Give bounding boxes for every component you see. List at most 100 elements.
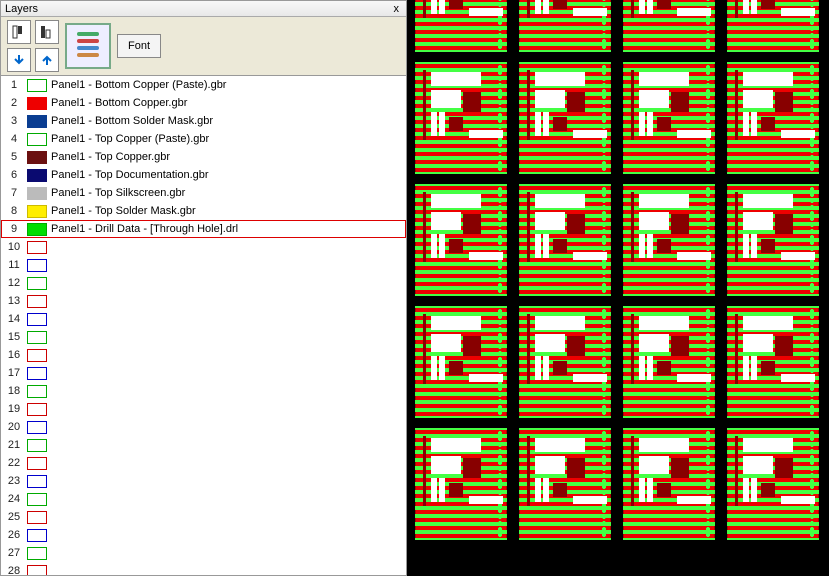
layer-swatch[interactable]	[27, 475, 47, 488]
layer-row[interactable]: 27	[1, 544, 406, 562]
layer-number: 9	[1, 223, 27, 235]
layer-swatch[interactable]	[27, 529, 47, 542]
pcb-board	[415, 0, 507, 52]
pcb-board	[415, 184, 507, 296]
layer-list[interactable]: 1Panel1 - Bottom Copper (Paste).gbr2Pane…	[1, 76, 406, 575]
layer-row[interactable]: 12	[1, 274, 406, 292]
align-top-icon[interactable]	[7, 20, 31, 44]
layer-swatch[interactable]	[27, 421, 47, 434]
layer-swatch[interactable]	[27, 169, 47, 182]
layer-swatch[interactable]	[27, 133, 47, 146]
layer-number: 18	[1, 385, 27, 397]
layer-label: Panel1 - Bottom Copper (Paste).gbr	[49, 79, 406, 91]
layer-row[interactable]: 13	[1, 292, 406, 310]
toolbar: Font	[1, 17, 406, 75]
layer-row[interactable]: 24	[1, 490, 406, 508]
layer-number: 23	[1, 475, 27, 487]
layer-row[interactable]: 16	[1, 346, 406, 364]
layer-number: 1	[1, 79, 27, 91]
panel-title: Layers	[5, 3, 38, 15]
pcb-board	[519, 306, 611, 418]
layer-swatch[interactable]	[27, 295, 47, 308]
layer-row[interactable]: 11	[1, 256, 406, 274]
layer-number: 3	[1, 115, 27, 127]
app-root: Layers x	[0, 0, 829, 576]
layer-row[interactable]: 17	[1, 364, 406, 382]
layer-swatch[interactable]	[27, 97, 47, 110]
layer-swatch[interactable]	[27, 349, 47, 362]
layer-number: 7	[1, 187, 27, 199]
close-icon[interactable]: x	[391, 3, 403, 15]
layer-swatch[interactable]	[27, 403, 47, 416]
layer-number: 27	[1, 547, 27, 559]
move-up-icon[interactable]	[35, 48, 59, 72]
layer-row[interactable]: 15	[1, 328, 406, 346]
layer-row[interactable]: 19	[1, 400, 406, 418]
layer-row[interactable]: 10	[1, 238, 406, 256]
layer-stack-icon[interactable]	[65, 23, 111, 69]
layer-swatch[interactable]	[27, 439, 47, 452]
pcb-board	[415, 428, 507, 540]
layer-swatch[interactable]	[27, 511, 47, 524]
layer-number: 11	[1, 259, 27, 271]
layer-swatch[interactable]	[27, 79, 47, 92]
font-button[interactable]: Font	[117, 34, 161, 58]
layer-number: 2	[1, 97, 27, 109]
layer-row[interactable]: 4Panel1 - Top Copper (Paste).gbr	[1, 130, 406, 148]
layer-swatch[interactable]	[27, 493, 47, 506]
layer-row[interactable]: 7 Panel1 - Top Silkscreen.gbr	[1, 184, 406, 202]
layer-swatch[interactable]	[27, 187, 47, 200]
layer-row[interactable]: 2Panel1 - Bottom Copper.gbr	[1, 94, 406, 112]
layer-swatch[interactable]	[27, 385, 47, 398]
layer-row[interactable]: 14	[1, 310, 406, 328]
layer-number: 25	[1, 511, 27, 523]
layer-label: Panel1 - Top Solder Mask.gbr	[49, 205, 406, 217]
layer-number: 21	[1, 439, 27, 451]
layer-row[interactable]: 22	[1, 454, 406, 472]
pcb-board	[519, 428, 611, 540]
layer-row[interactable]: 18	[1, 382, 406, 400]
layer-row[interactable]: 5Panel1 - Top Copper.gbr	[1, 148, 406, 166]
layer-label: Panel1 - Top Copper (Paste).gbr	[49, 133, 406, 145]
panel-titlebar: Layers x	[1, 1, 406, 17]
layer-number: 5	[1, 151, 27, 163]
layer-number: 17	[1, 367, 27, 379]
layer-swatch[interactable]	[27, 367, 47, 380]
layer-swatch[interactable]	[27, 259, 47, 272]
layer-swatch[interactable]	[27, 151, 47, 164]
layer-number: 20	[1, 421, 27, 433]
layer-list-wrap: 1Panel1 - Bottom Copper (Paste).gbr2Pane…	[1, 75, 406, 575]
layer-swatch[interactable]	[27, 547, 47, 560]
layer-row[interactable]: 3Panel1 - Bottom Solder Mask.gbr	[1, 112, 406, 130]
layer-swatch[interactable]	[27, 277, 47, 290]
layer-label: Panel1 - Top Silkscreen.gbr	[49, 187, 406, 199]
layer-row[interactable]: 9Panel1 - Drill Data - [Through Hole].dr…	[1, 220, 406, 238]
layer-row[interactable]: 21	[1, 436, 406, 454]
pcb-viewer[interactable]	[407, 0, 829, 576]
layer-number: 22	[1, 457, 27, 469]
layer-swatch[interactable]	[27, 331, 47, 344]
layer-row[interactable]: 20	[1, 418, 406, 436]
layer-row[interactable]: 23	[1, 472, 406, 490]
layer-number: 28	[1, 565, 27, 575]
layer-swatch[interactable]	[27, 223, 47, 236]
layer-row[interactable]: 1 Panel1 - Bottom Copper (Paste).gbr	[1, 76, 406, 94]
layer-swatch[interactable]	[27, 115, 47, 128]
layer-row[interactable]: 8 Panel1 - Top Solder Mask.gbr	[1, 202, 406, 220]
layer-number: 19	[1, 403, 27, 415]
layer-number: 13	[1, 295, 27, 307]
pcb-board	[727, 0, 819, 52]
layer-row[interactable]: 25	[1, 508, 406, 526]
layer-swatch[interactable]	[27, 241, 47, 254]
pcb-board	[623, 62, 715, 174]
layer-swatch[interactable]	[27, 313, 47, 326]
align-bottom-icon[interactable]	[35, 20, 59, 44]
layer-row[interactable]: 28	[1, 562, 406, 575]
layer-number: 8	[1, 205, 27, 217]
layer-swatch[interactable]	[27, 457, 47, 470]
layer-swatch[interactable]	[27, 205, 47, 218]
layer-row[interactable]: 6Panel1 - Top Documentation.gbr	[1, 166, 406, 184]
layer-swatch[interactable]	[27, 565, 47, 576]
layer-row[interactable]: 26	[1, 526, 406, 544]
move-down-icon[interactable]	[7, 48, 31, 72]
